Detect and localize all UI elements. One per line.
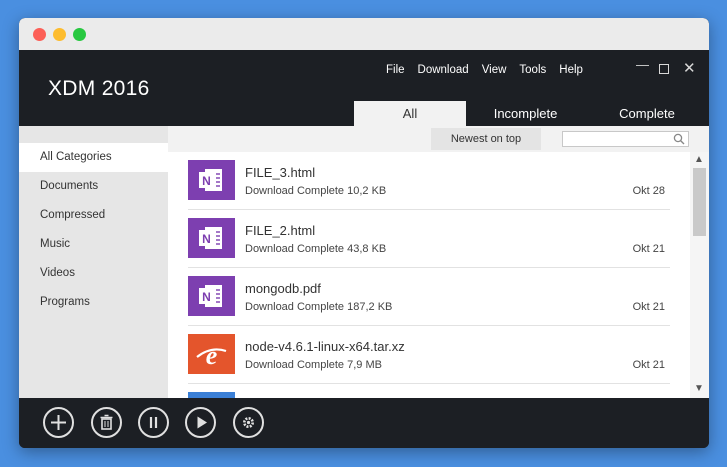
list-scrollbar[interactable]: ▲ ▼ [690,152,709,398]
sort-button[interactable]: Newest on top [431,128,541,150]
file-date: Okt 28 [632,185,665,197]
add-button[interactable] [43,407,74,438]
app-window: XDM 2016 File Download View Tools Help —… [19,18,709,448]
onenote-icon: N [188,160,235,200]
sidebar-item-videos[interactable]: Videos [19,259,168,288]
download-list: N FILE_3.html Download Complete 10,2 KB … [168,152,690,398]
onenote-icon: N [188,218,235,258]
pause-button[interactable] [138,407,169,438]
settings-icon [243,417,254,428]
file-date: Okt 21 [632,359,665,371]
svg-text:N: N [202,174,211,188]
settings-button[interactable] [233,407,264,438]
minimize-window-button[interactable] [53,28,66,41]
close-icon[interactable]: ✕ [683,59,696,77]
sidebar-item-compressed[interactable]: Compressed [19,201,168,230]
app-header: XDM 2016 File Download View Tools Help —… [19,50,709,126]
file-status: Download Complete 43,8 KB [245,243,387,255]
download-row[interactable]: N FILE_3.html Download Complete 10,2 KB … [188,152,670,210]
add-icon [51,415,66,430]
app-title: XDM 2016 [48,77,150,100]
file-name: FILE_2.html [245,223,316,238]
resume-button[interactable] [185,407,216,438]
download-content: Newest on top N FILE_3.html Download Com… [168,126,709,398]
menu-download[interactable]: Download [418,64,469,76]
sidebar-item-all-categories[interactable]: All Categories [19,143,168,172]
close-window-button[interactable] [33,28,46,41]
minimize-icon[interactable]: — [636,57,649,72]
zoom-window-button[interactable] [73,28,86,41]
menu-help[interactable]: Help [559,64,583,76]
category-sidebar: All Categories Documents Compressed Musi… [19,126,168,398]
file-name: node-v4.6.1-linux-x64.tar.xz [245,339,405,354]
download-row-partial[interactable] [188,384,670,398]
scroll-up-icon[interactable]: ▲ [694,154,704,165]
file-status: Download Complete 10,2 KB [245,185,387,197]
file-status: Download Complete 7,9 MB [245,359,382,371]
svg-text:N: N [202,290,211,304]
file-date: Okt 21 [632,301,665,313]
scroll-thumb[interactable] [693,168,706,236]
list-toolbar: Newest on top [168,126,709,152]
onenote-icon: N [188,276,235,316]
tab-complete[interactable]: Complete [585,101,709,126]
download-row[interactable]: N FILE_2.html Download Complete 43,8 KB … [188,210,670,268]
action-bar [19,398,709,448]
search-input[interactable] [562,131,689,147]
delete-button[interactable] [91,407,122,438]
svg-text:e: e [206,341,218,370]
sidebar-item-programs[interactable]: Programs [19,288,168,317]
window-titlebar[interactable] [19,18,709,50]
download-row[interactable]: N mongodb.pdf Download Complete 187,2 KB… [188,268,670,326]
menu-file[interactable]: File [386,64,405,76]
scroll-down-icon[interactable]: ▼ [694,383,704,394]
pause-icon [149,417,158,428]
download-row[interactable]: e node-v4.6.1-linux-x64.tar.xz Download … [188,326,670,384]
menu-bar: File Download View Tools Help [386,64,583,76]
tab-incomplete[interactable]: Incomplete [466,101,585,126]
sidebar-item-music[interactable]: Music [19,230,168,259]
maximize-icon[interactable] [659,64,669,74]
sidebar-item-documents[interactable]: Documents [19,172,168,201]
resume-icon [197,416,207,429]
menu-tools[interactable]: Tools [519,64,546,76]
file-name: mongodb.pdf [245,281,321,296]
svg-text:N: N [202,232,211,246]
tab-all[interactable]: All [354,101,466,126]
file-name: FILE_3.html [245,165,316,180]
search-icon[interactable] [673,133,685,145]
delete-icon [100,414,113,430]
file-date: Okt 21 [632,243,665,255]
menu-view[interactable]: View [482,64,507,76]
archive-icon: e [188,334,235,374]
tab-bar: All Incomplete Complete [354,101,709,126]
file-status: Download Complete 187,2 KB [245,301,393,313]
